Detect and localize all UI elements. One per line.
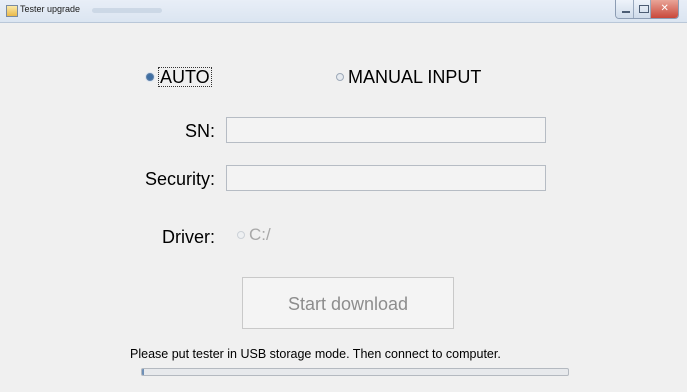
radio-auto-indicator[interactable] [146, 73, 154, 81]
sn-input[interactable] [226, 117, 546, 143]
title-blur [92, 8, 162, 13]
security-label: Security: [144, 169, 215, 189]
driver-label: Driver: [162, 227, 215, 247]
security-input[interactable] [226, 165, 546, 191]
driver-option-label: C:/ [249, 225, 271, 244]
download-progress-bar [141, 368, 569, 376]
app-icon [6, 5, 18, 17]
radio-auto-label: AUTO [158, 67, 212, 87]
progress-fill [142, 369, 145, 375]
minimize-icon[interactable] [616, 0, 634, 18]
close-icon[interactable]: ✕ [651, 0, 678, 18]
driver-option-c[interactable]: C:/ [237, 225, 271, 245]
window-title: Tester upgrade [20, 4, 81, 14]
sn-label: SN: [184, 121, 215, 141]
radio-manual-indicator[interactable] [336, 73, 344, 81]
window-controls: ✕ [615, 0, 679, 19]
start-download-button[interactable]: Start download [242, 277, 454, 329]
status-hint: Please put tester in USB storage mode. T… [130, 347, 501, 361]
radio-manual-input[interactable]: MANUAL INPUT [336, 66, 481, 88]
title-bar: Tester upgrade ✕ [0, 0, 687, 23]
maximize-icon[interactable] [633, 0, 652, 18]
driver-radio-indicator[interactable] [237, 231, 245, 239]
radio-auto[interactable]: AUTO [146, 66, 212, 88]
radio-manual-label: MANUAL INPUT [348, 66, 482, 87]
